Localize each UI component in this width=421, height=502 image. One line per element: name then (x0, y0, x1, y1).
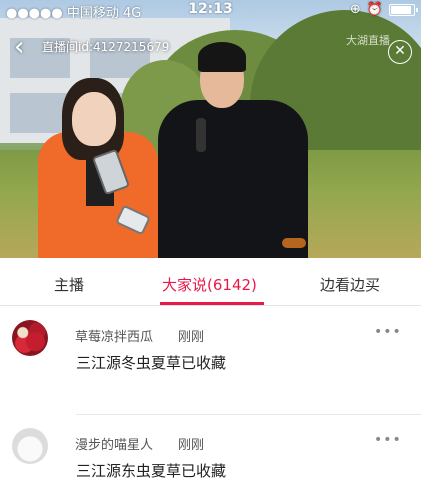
battery-icon (389, 3, 418, 16)
avatar[interactable] (12, 320, 48, 356)
comment-item: 草莓凉拌西瓜 刚刚 ••• 三江源冬虫夏草已收藏 (0, 306, 421, 415)
status-bar: ●●●●● 中国移动 4G 12:13 ⊕ ⏰ (0, 0, 421, 21)
more-icon[interactable]: ••• (374, 432, 402, 448)
tab-bar: 主播 大家说(6142) 边看边买 (0, 258, 421, 306)
watermark: 大湖直播 (346, 34, 390, 47)
chevron-left-icon[interactable]: ‹ (14, 34, 24, 60)
close-icon[interactable]: ✕ (388, 40, 412, 64)
comment-time: 刚刚 (178, 438, 205, 453)
comment-text: 三江源冬虫夏草已收藏 (76, 354, 227, 372)
comment-time: 刚刚 (178, 330, 205, 345)
active-tab-indicator (160, 302, 264, 305)
tab-comments[interactable]: 大家说(6142) (162, 274, 257, 295)
comment-text: 三江源东虫夏草已收藏 (76, 462, 227, 480)
microphone (196, 118, 206, 152)
live-video[interactable]: ●●●●● 中国移动 4G 12:13 ⊕ ⏰ ‹ 直播间id:41272156… (0, 0, 421, 258)
room-id: 直播间id:4127215679 (42, 40, 170, 54)
avatar[interactable] (12, 428, 48, 464)
tab-anchor[interactable]: 主播 (54, 274, 84, 295)
comment-username[interactable]: 草莓凉拌西瓜 (75, 326, 153, 345)
alarm-icon: ⏰ (366, 2, 383, 17)
comment-item: 漫步的喵星人 刚刚 ••• 三江源东虫夏草已收藏 (0, 414, 421, 502)
live-stream-page: ●●●●● 中国移动 4G 12:13 ⊕ ⏰ ‹ 直播间id:41272156… (0, 0, 421, 502)
more-icon[interactable]: ••• (374, 324, 402, 340)
tab-shop[interactable]: 边看边买 (320, 274, 380, 295)
host-man (158, 100, 308, 258)
rotation-lock-icon: ⊕ (349, 2, 361, 17)
comment-username[interactable]: 漫步的喵星人 (75, 434, 153, 453)
